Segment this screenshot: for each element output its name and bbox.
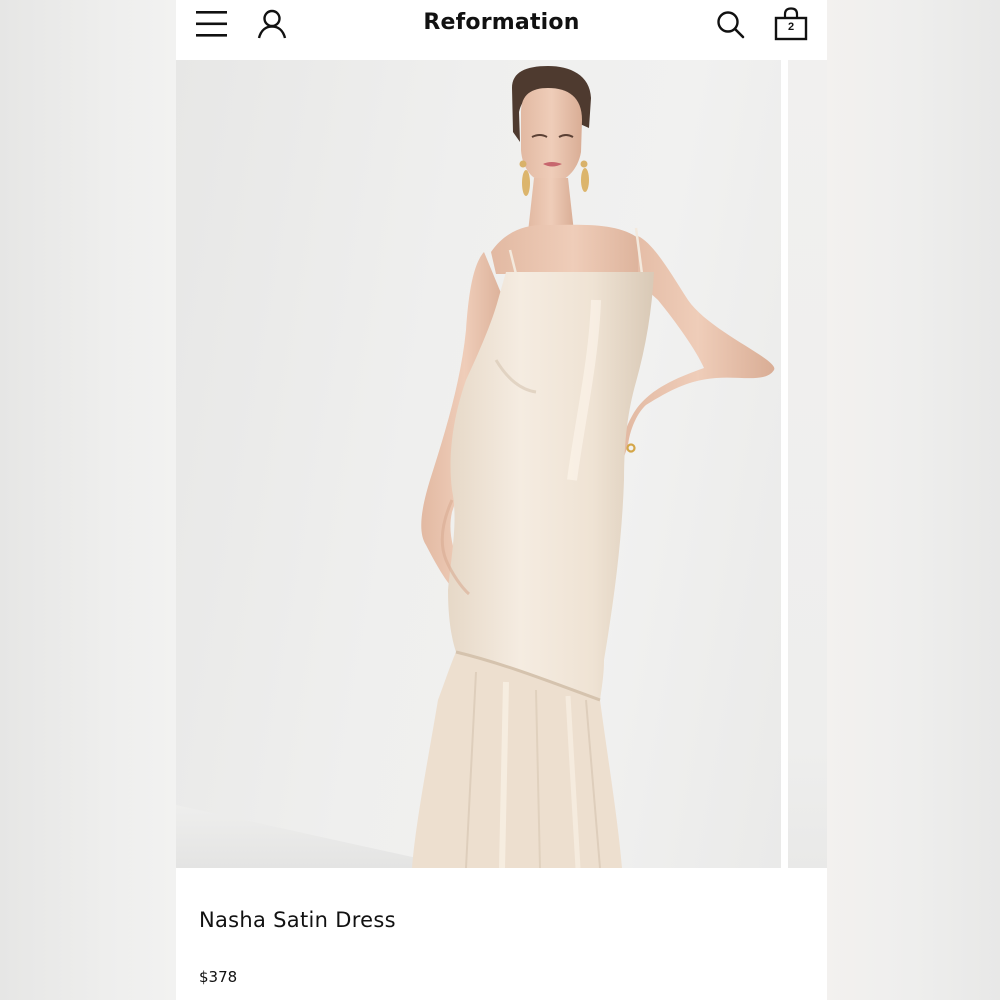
model-photo (176, 66, 775, 868)
backdrop-left (0, 0, 176, 1000)
product-image-gallery[interactable] (176, 60, 827, 868)
product-title[interactable]: Nasha Satin Dress (199, 908, 396, 932)
hamburger-menu-icon[interactable] (195, 9, 229, 39)
brand-logo[interactable]: Reformation (423, 10, 579, 35)
site-header: Reformation 2 (176, 0, 827, 60)
product-image-main[interactable] (176, 60, 781, 868)
cart-count-badge: 2 (787, 21, 795, 33)
mobile-screen: Reformation 2 Nasha Satin Dress $378 (176, 0, 827, 1000)
product-image-next-peek[interactable] (788, 60, 827, 868)
product-info: Nasha Satin Dress $378 (176, 868, 827, 1000)
backdrop-right (827, 0, 1000, 1000)
user-account-icon[interactable] (256, 9, 288, 39)
product-price: $378 (199, 968, 238, 986)
search-icon[interactable] (715, 9, 747, 41)
